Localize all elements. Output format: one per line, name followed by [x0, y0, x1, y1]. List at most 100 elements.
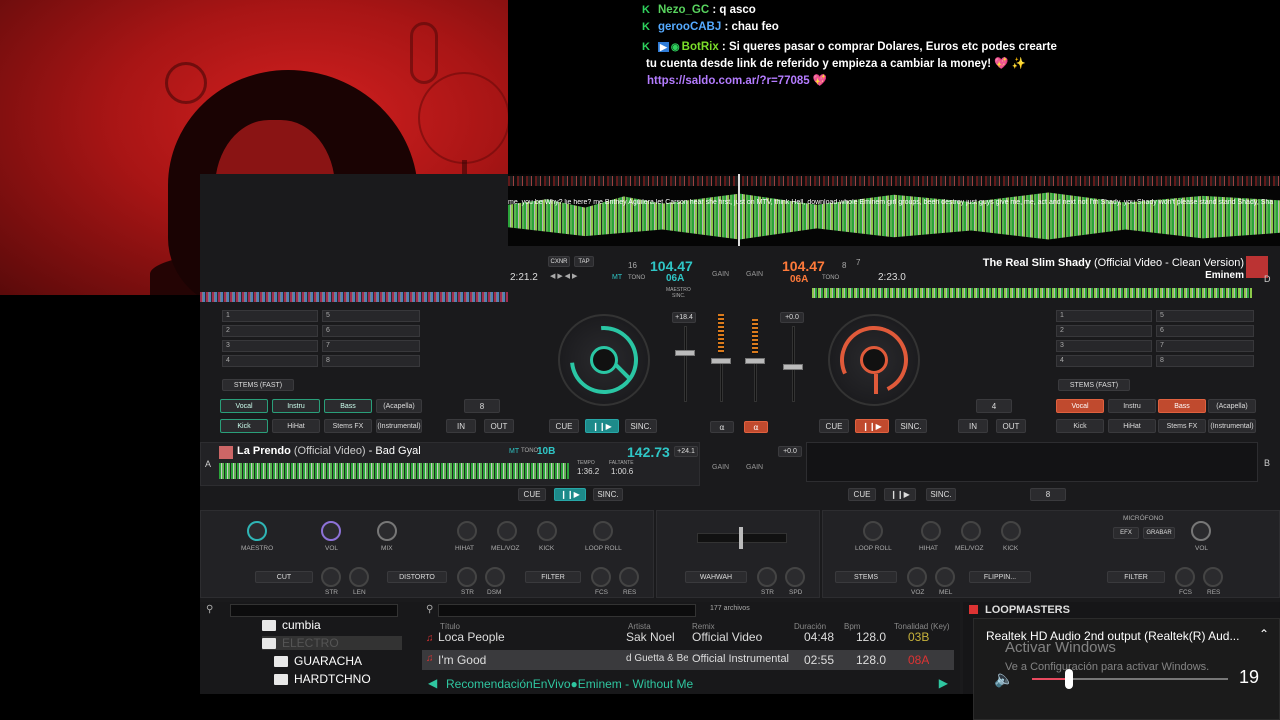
headphone-cue-right[interactable]: ⍺: [744, 421, 768, 433]
stem-instru[interactable]: Instru: [272, 399, 320, 413]
channel-fader-right-cap[interactable]: [745, 358, 765, 364]
hotcue-pad[interactable]: 2: [222, 325, 318, 337]
grabar-button[interactable]: GRABAR: [1143, 527, 1175, 539]
hotcue-pad[interactable]: 5: [322, 310, 420, 322]
hotcue-pad[interactable]: 6: [322, 325, 420, 337]
recommendation-bar[interactable]: ◀ RecomendaciónEnVivo●Eminem - Without M…: [422, 676, 962, 693]
pitch-fader[interactable]: [684, 326, 687, 402]
folder-search-input[interactable]: [230, 604, 398, 617]
hotcue-pad[interactable]: 2: [1056, 325, 1152, 337]
loop-size[interactable]: 4: [976, 399, 1012, 413]
fx-res-knob[interactable]: [1203, 567, 1223, 587]
search-icon[interactable]: ⚲: [206, 604, 213, 615]
stem-instru[interactable]: Instru: [1108, 399, 1156, 413]
fx-dsm-knob[interactable]: [485, 567, 505, 587]
hotcue-pad[interactable]: 7: [322, 340, 420, 352]
hotcue-pad[interactable]: 8: [1156, 355, 1254, 367]
stem-bass[interactable]: Bass: [324, 399, 372, 413]
folder-item[interactable]: HARDTCHNO: [274, 672, 371, 686]
sync-button-left[interactable]: SINC.: [625, 419, 657, 433]
loop-out-button[interactable]: OUT: [484, 419, 514, 433]
hotcue-pad[interactable]: 4: [222, 355, 318, 367]
hihat-knob[interactable]: [457, 521, 477, 541]
volume-knob[interactable]: [321, 521, 341, 541]
track-row[interactable]: ♫ I'm Good d Guetta & Bet Official Instr…: [422, 650, 954, 670]
volume-slider-thumb[interactable]: [1065, 669, 1074, 689]
pitch-fader-cap[interactable]: [675, 350, 695, 356]
master-knob[interactable]: [247, 521, 267, 541]
hotcue-pad[interactable]: 1: [222, 310, 318, 322]
folder-item[interactable]: cumbia: [262, 618, 321, 632]
melvoz-knob[interactable]: [961, 521, 981, 541]
play-button[interactable]: ❙❙▶: [554, 488, 586, 501]
fx-res-knob[interactable]: [619, 567, 639, 587]
crossfader-cap[interactable]: [739, 527, 743, 549]
track-search-input[interactable]: [438, 604, 696, 617]
hotcue-pad[interactable]: 1: [1056, 310, 1152, 322]
hotcue-pad[interactable]: 3: [1056, 340, 1152, 352]
cue-button[interactable]: CUE: [518, 488, 546, 501]
stems-mode-select[interactable]: STEMS (FAST): [1058, 379, 1130, 391]
tap-button[interactable]: TAP: [574, 256, 594, 267]
stem-instrumental[interactable]: (Instrumental): [376, 419, 422, 433]
chevron-up-icon[interactable]: ⌃: [1259, 627, 1269, 641]
fx-str-knob[interactable]: [321, 567, 341, 587]
next-arrow-icon[interactable]: ▶: [939, 676, 948, 690]
cxnr-button[interactable]: CXNR: [548, 256, 570, 267]
pitch-fader-cap[interactable]: [783, 364, 803, 370]
stem-kick[interactable]: Kick: [1056, 419, 1104, 433]
hotcue-pad[interactable]: 3: [222, 340, 318, 352]
fx-select-filter[interactable]: FILTER: [525, 571, 581, 583]
efx-button[interactable]: EFX: [1113, 527, 1139, 539]
kick-knob[interactable]: [537, 521, 557, 541]
track-row[interactable]: ♫ Loca People Sak Noel Official Video 04…: [422, 630, 954, 646]
sync-button-right[interactable]: SINC.: [895, 419, 927, 433]
sync-button[interactable]: SINC.: [926, 488, 956, 501]
fx-str-knob[interactable]: [757, 567, 777, 587]
channel-fader-left[interactable]: [720, 362, 723, 402]
loop-in-button[interactable]: IN: [958, 419, 988, 433]
fx-select-cut[interactable]: CUT: [255, 571, 313, 583]
loop-out-button[interactable]: OUT: [996, 419, 1026, 433]
stem-hihat[interactable]: HiHat: [272, 419, 320, 433]
cue-button[interactable]: CUE: [848, 488, 876, 501]
volume-slider[interactable]: [1032, 669, 1228, 689]
fx-select-filter[interactable]: FILTER: [1107, 571, 1165, 583]
fx-len-knob[interactable]: [349, 567, 369, 587]
stem-vocal[interactable]: Vocal: [1056, 399, 1104, 413]
channel-fader-right[interactable]: [754, 362, 757, 402]
cue-button-left[interactable]: CUE: [549, 419, 579, 433]
mic-volume-knob[interactable]: [1191, 521, 1211, 541]
melvoz-knob[interactable]: [497, 521, 517, 541]
transport-icons[interactable]: ◀ ▶ ◀ ▶: [550, 272, 577, 280]
loop-roll-knob[interactable]: [593, 521, 613, 541]
stem-acapella[interactable]: (Acapella): [1208, 399, 1256, 413]
jog-wheel-left[interactable]: [556, 312, 652, 408]
fx-select-flippin[interactable]: FLIPPIN...: [969, 571, 1031, 583]
fx-str-knob[interactable]: [457, 567, 477, 587]
folder-item[interactable]: ELECTRO: [262, 636, 402, 650]
play-button[interactable]: ❙❙▶: [884, 488, 916, 501]
stem-kick[interactable]: Kick: [220, 419, 268, 433]
loop-roll-knob[interactable]: [863, 521, 883, 541]
kick-knob[interactable]: [1001, 521, 1021, 541]
fx-select-wahwah[interactable]: WAHWAH: [685, 571, 747, 583]
stem-bass[interactable]: Bass: [1158, 399, 1206, 413]
hotcue-pad[interactable]: 7: [1156, 340, 1254, 352]
loop-size[interactable]: 8: [464, 399, 500, 413]
hotcue-pad[interactable]: 8: [322, 355, 420, 367]
stems-fx[interactable]: Stems FX: [1158, 419, 1206, 433]
fx-fcs-knob[interactable]: [1175, 567, 1195, 587]
stem-hihat[interactable]: HiHat: [1108, 419, 1156, 433]
fx-spd-knob[interactable]: [785, 567, 805, 587]
fx-fcs-knob[interactable]: [591, 567, 611, 587]
jog-wheel-right[interactable]: [828, 314, 920, 406]
channel-fader-left-cap[interactable]: [711, 358, 731, 364]
stems-fx[interactable]: Stems FX: [324, 419, 372, 433]
deck-a-waveform[interactable]: [219, 463, 569, 479]
hihat-knob[interactable]: [921, 521, 941, 541]
loop-size[interactable]: 8: [1030, 488, 1066, 501]
loop-in-button[interactable]: IN: [446, 419, 476, 433]
play-button-left[interactable]: ❙❙▶: [585, 419, 619, 433]
play-button-right[interactable]: ❙❙▶: [855, 419, 889, 433]
